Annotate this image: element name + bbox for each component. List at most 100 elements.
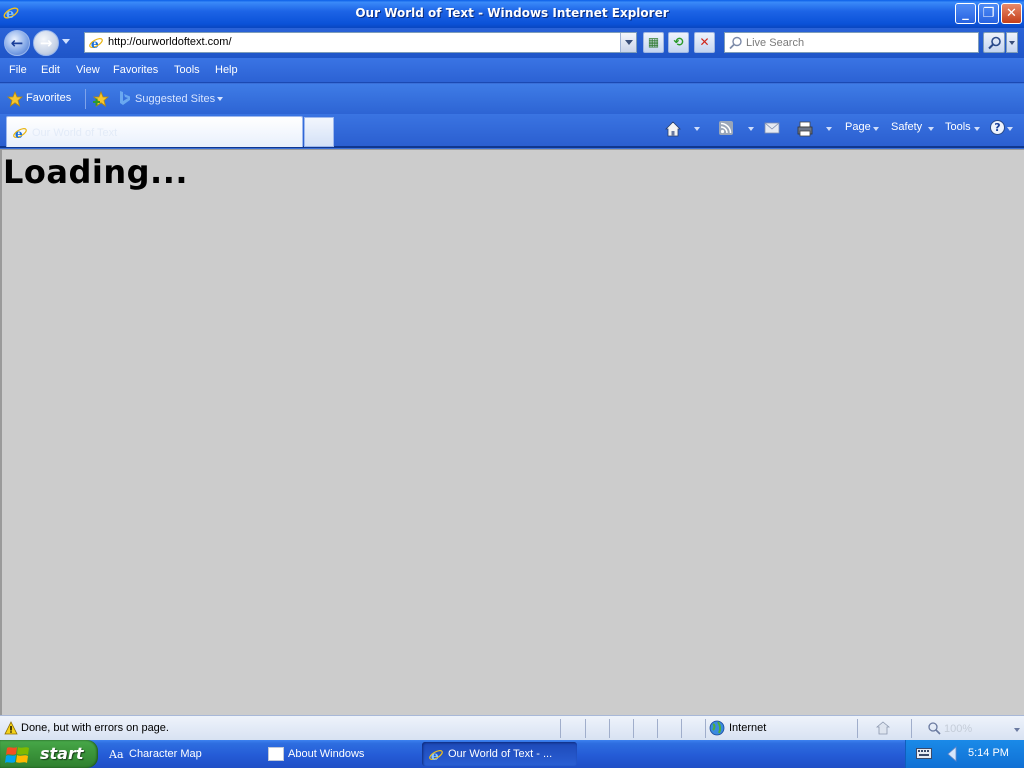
loading-heading: Loading... xyxy=(3,153,188,191)
character-map-icon: Aa xyxy=(109,748,124,761)
safety-menu-dropdown-icon xyxy=(928,127,934,131)
feeds-dropdown-icon[interactable] xyxy=(748,127,754,131)
svg-text:Aa: Aa xyxy=(109,748,124,761)
window-title-bar[interactable]: e Our World of Text - Windows Internet E… xyxy=(0,0,1024,28)
restore-icon: ❐ xyxy=(982,6,995,21)
print-dropdown-icon[interactable] xyxy=(826,127,832,131)
tools-menu-button[interactable]: Tools xyxy=(945,121,971,133)
clock[interactable]: 5:14 PM xyxy=(968,747,1009,759)
window-icon xyxy=(268,747,284,761)
magnifier-icon xyxy=(988,36,1001,50)
system-tray: 5:14 PM xyxy=(905,740,1024,768)
status-divider xyxy=(705,719,706,738)
taskbar-item-label: About Windows xyxy=(288,748,365,760)
safety-menu-button[interactable]: Safety xyxy=(891,121,922,133)
tools-menu-dropdown-icon xyxy=(974,127,980,131)
zoom-icon[interactable] xyxy=(928,722,941,735)
page-content[interactable]: Loading... xyxy=(0,149,1024,715)
ie-tab-icon: e xyxy=(13,127,27,141)
search-input[interactable] xyxy=(746,35,971,50)
help-dropdown-icon[interactable] xyxy=(1007,127,1013,131)
taskbar-item-about-windows[interactable]: About Windows xyxy=(262,742,417,766)
home-icon[interactable] xyxy=(664,120,682,138)
stop-button[interactable]: ✕ xyxy=(694,32,715,53)
start-button[interactable]: start xyxy=(0,740,98,768)
compatibility-view-icon: ▦ xyxy=(647,35,660,49)
taskbar-item-label: Our World of Text - ... xyxy=(448,748,553,760)
security-zone-label[interactable]: Internet xyxy=(729,722,766,734)
svg-text:e: e xyxy=(91,37,99,51)
ie-icon: e xyxy=(429,749,443,763)
search-box[interactable] xyxy=(724,32,979,53)
protected-mode-icon[interactable] xyxy=(876,721,890,735)
restore-button[interactable]: ❐ xyxy=(978,3,999,24)
status-divider xyxy=(657,719,658,738)
new-tab-button[interactable] xyxy=(304,117,334,147)
help-icon: ? xyxy=(994,121,1001,134)
mail-icon[interactable] xyxy=(764,120,780,136)
recent-pages-dropdown[interactable] xyxy=(62,39,70,44)
search-go-button[interactable] xyxy=(983,32,1005,53)
status-bar: Done, but with errors on page. Internet … xyxy=(0,715,1024,740)
refresh-button[interactable]: ⟲ xyxy=(668,32,689,53)
address-bar[interactable]: e http://ourworldoftext.com/ xyxy=(84,32,637,53)
status-divider xyxy=(857,719,858,738)
feeds-icon[interactable] xyxy=(718,120,734,136)
print-icon[interactable] xyxy=(796,120,814,138)
zoom-dropdown-icon[interactable] xyxy=(1014,728,1020,732)
search-options-dropdown[interactable] xyxy=(1006,32,1018,53)
menu-favorites[interactable]: Favorites xyxy=(113,64,158,76)
menu-bar: File Edit View Favorites Tools Help xyxy=(0,58,1024,83)
taskbar-item-label: Character Map xyxy=(129,748,202,760)
page-menu-button[interactable]: Page xyxy=(845,121,871,133)
forward-button[interactable]: → xyxy=(33,30,59,56)
globe-icon xyxy=(709,720,725,736)
taskbar: start Aa Character Map About Windows e O… xyxy=(0,740,1024,768)
back-button[interactable]: ← xyxy=(4,30,30,56)
warning-icon[interactable] xyxy=(4,721,18,735)
help-button[interactable]: ? xyxy=(990,120,1005,135)
page-menu-dropdown-icon xyxy=(873,127,879,131)
compatibility-view-button[interactable]: ▦ xyxy=(643,32,664,53)
windows-logo-icon xyxy=(5,747,29,763)
close-button[interactable]: ✕ xyxy=(1001,3,1022,24)
favorites-button[interactable]: Favorites xyxy=(26,92,71,104)
tab-title: Our World of Text xyxy=(32,127,118,139)
status-divider xyxy=(911,719,912,738)
search-icon xyxy=(729,36,742,50)
favorites-star-icon xyxy=(7,91,23,107)
status-message: Done, but with errors on page. xyxy=(21,722,169,734)
start-label: start xyxy=(40,744,84,763)
menu-file[interactable]: File xyxy=(9,64,27,76)
svg-text:e: e xyxy=(15,127,23,141)
menu-help[interactable]: Help xyxy=(215,64,238,76)
minimize-button[interactable]: _ xyxy=(955,3,976,24)
suggested-sites-button[interactable]: Suggested Sites xyxy=(135,93,215,105)
menu-edit[interactable]: Edit xyxy=(41,64,60,76)
address-url[interactable]: http://ourworldoftext.com/ xyxy=(108,36,232,48)
taskbar-item-our-world-of-text[interactable]: e Our World of Text - ... xyxy=(422,742,577,766)
home-dropdown-icon[interactable] xyxy=(694,127,700,131)
menu-tools[interactable]: Tools xyxy=(174,64,200,76)
status-divider xyxy=(585,719,586,738)
refresh-icon: ⟲ xyxy=(673,35,684,49)
close-icon: ✕ xyxy=(1006,6,1017,21)
menu-view[interactable]: View xyxy=(76,64,100,76)
favorites-bar: Favorites Suggested Sites xyxy=(0,84,1024,114)
taskbar-item-character-map[interactable]: Aa Character Map xyxy=(103,742,257,766)
forward-arrow-icon: → xyxy=(39,34,53,52)
stop-icon: ✕ xyxy=(699,35,710,49)
zoom-level[interactable]: 100% xyxy=(944,723,972,735)
tab-our-world-of-text[interactable]: e Our World of Text xyxy=(6,116,303,147)
ie-page-icon: e xyxy=(89,37,103,51)
show-hidden-icons-icon[interactable] xyxy=(946,746,958,762)
suggested-sites-dropdown-icon[interactable] xyxy=(217,97,223,101)
address-toolbar: ← → e http://ourworldoftext.com/ ▦ ⟲ ✕ xyxy=(0,28,1024,58)
status-divider xyxy=(609,719,610,738)
address-dropdown-button[interactable] xyxy=(620,33,636,52)
tab-command-bar: e Our World of Text Page Safety Tools ? xyxy=(0,114,1024,148)
add-to-favorites-bar-icon[interactable] xyxy=(92,90,110,108)
favorites-separator xyxy=(85,89,86,109)
keyboard-icon[interactable] xyxy=(916,748,932,759)
minimize-icon: _ xyxy=(962,6,969,21)
